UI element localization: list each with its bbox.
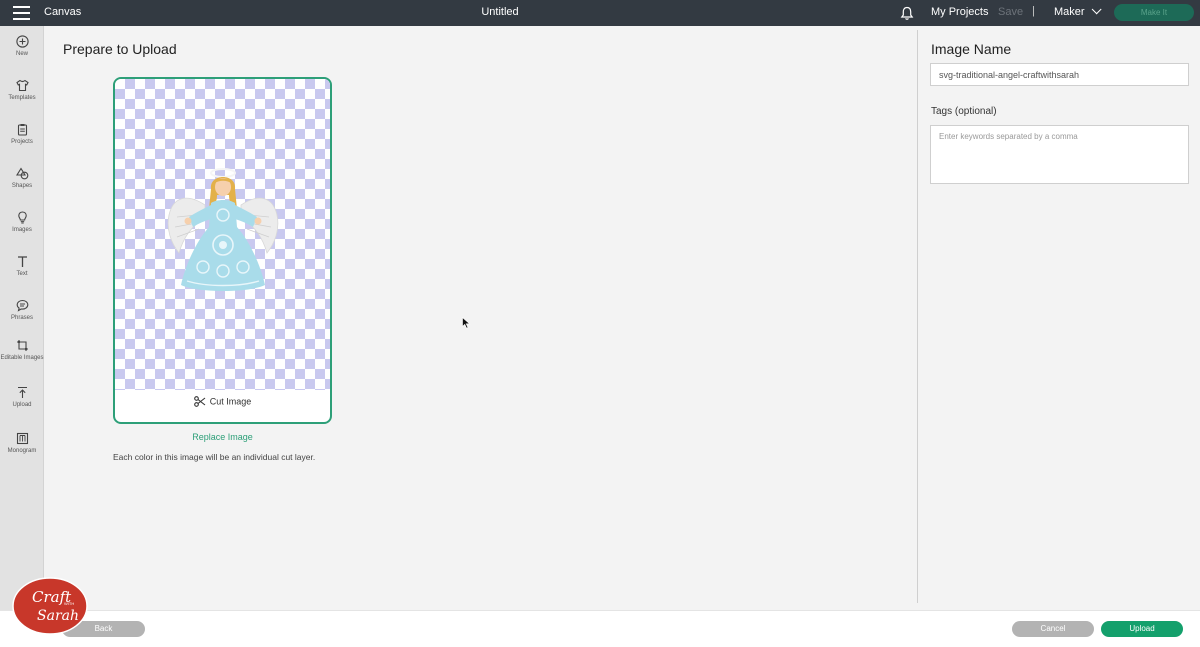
- sidebar-label: Phrases: [10, 315, 33, 321]
- sidebar-label: Monogram: [7, 448, 37, 454]
- cancel-button[interactable]: Cancel: [1012, 621, 1094, 637]
- upload-preview-card[interactable]: Cut Image: [113, 77, 332, 424]
- sidebar-label: Upload: [12, 402, 32, 408]
- image-name-heading: Image Name: [931, 41, 1012, 57]
- sidebar-item-upload[interactable]: Upload: [0, 386, 44, 410]
- cut-image-label: Cut Image: [209, 396, 252, 407]
- mouse-cursor-icon: [462, 317, 471, 329]
- sidebar-label: Projects: [11, 139, 33, 145]
- bottom-bar: Back Cancel Upload: [0, 610, 1200, 647]
- sidebar-label: Images: [12, 227, 32, 233]
- lightbulb-icon: [17, 211, 27, 224]
- sidebar-item-templates[interactable]: Templates: [0, 79, 44, 103]
- bell-icon[interactable]: [900, 6, 914, 21]
- topbar-separator: |: [1032, 5, 1035, 17]
- tags-label: Tags (optional): [931, 106, 997, 117]
- editable-image-icon: [16, 340, 28, 351]
- image-name-input[interactable]: [930, 63, 1189, 86]
- clipboard-icon: [17, 124, 27, 136]
- top-bar: Canvas Untitled My Projects Save | Maker…: [0, 0, 1200, 26]
- sidebar-label: Shapes: [11, 183, 33, 189]
- cut-image-option[interactable]: Cut Image: [115, 396, 330, 416]
- logo-text-with: WITH: [64, 601, 74, 606]
- logo-text-sarah: Sarah: [37, 608, 79, 624]
- speech-bubble-icon: [16, 299, 28, 312]
- scissors-icon: [193, 396, 206, 407]
- chevron-down-icon: [1091, 4, 1102, 15]
- tags-input[interactable]: [930, 125, 1189, 184]
- sidebar-item-text[interactable]: Text: [0, 255, 44, 279]
- make-it-button[interactable]: Make It: [1114, 4, 1194, 21]
- machine-label: Maker: [1054, 6, 1085, 18]
- upload-icon: [17, 386, 27, 398]
- sidebar-label: Templates: [8, 95, 36, 101]
- sidebar-item-monogram[interactable]: Monogram: [0, 432, 44, 456]
- upload-button[interactable]: Upload: [1101, 621, 1183, 637]
- left-sidebar: New Templates Projects Shapes Images Tex…: [0, 26, 44, 610]
- my-projects-link[interactable]: My Projects: [931, 6, 988, 18]
- save-button[interactable]: Save: [998, 6, 1023, 18]
- cut-layer-note: Each color in this image will be an indi…: [113, 452, 316, 462]
- plus-circle-icon: [15, 35, 29, 48]
- sidebar-item-editable-images[interactable]: Editable Images: [0, 339, 44, 363]
- page-title: Prepare to Upload: [63, 41, 177, 57]
- document-title[interactable]: Untitled: [0, 6, 1000, 18]
- panel-divider: [917, 30, 918, 603]
- machine-select[interactable]: Maker: [1054, 4, 1102, 18]
- sidebar-label: Text: [16, 271, 28, 277]
- replace-image-link[interactable]: Replace Image: [113, 432, 332, 442]
- angel-image: [167, 168, 279, 291]
- sidebar-item-shapes[interactable]: Shapes: [0, 167, 44, 191]
- monogram-icon: [16, 432, 28, 445]
- text-icon: [17, 256, 27, 267]
- shapes-icon: [15, 167, 28, 180]
- craft-with-sarah-logo: Craft WITH Sarah: [12, 577, 88, 635]
- sidebar-item-images[interactable]: Images: [0, 211, 44, 235]
- shirt-icon: [15, 79, 29, 92]
- sidebar-label: New: [15, 51, 28, 57]
- sidebar-label: Editable Images: [0, 355, 44, 361]
- sidebar-item-projects[interactable]: Projects: [0, 123, 44, 147]
- sidebar-item-new[interactable]: New: [0, 35, 44, 59]
- sidebar-item-phrases[interactable]: Phrases: [0, 299, 44, 323]
